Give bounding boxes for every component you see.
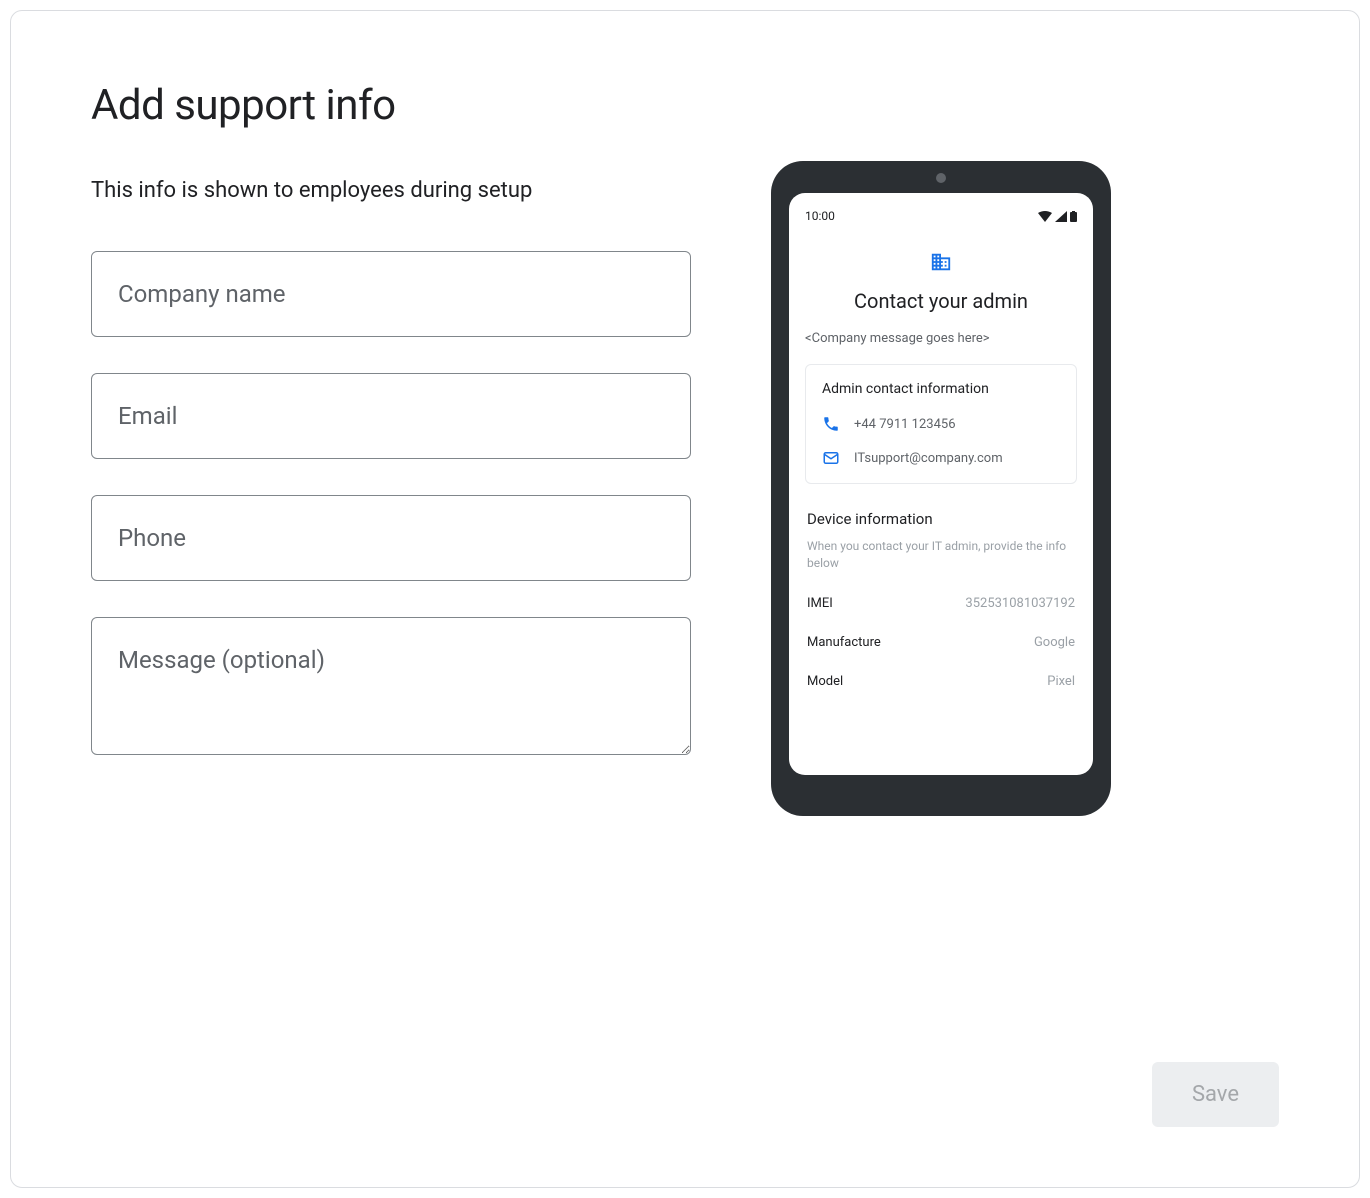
mail-icon	[822, 449, 840, 467]
message-textarea[interactable]	[91, 617, 691, 755]
device-label: Manufacture	[807, 635, 881, 650]
phone-camera-icon	[936, 173, 946, 183]
device-row-manufacture: Manufacture Google	[807, 635, 1075, 650]
device-subtitle: When you contact your IT admin, provide …	[807, 538, 1075, 572]
device-label: IMEI	[807, 596, 833, 611]
preview-header: Contact your admin	[805, 251, 1077, 313]
battery-icon	[1070, 211, 1077, 222]
phone-time: 10:00	[805, 209, 835, 223]
phone-screen: 10:00 Conta	[789, 193, 1093, 775]
signal-icon	[1055, 211, 1067, 222]
support-info-card: Add support info This info is shown to e…	[10, 10, 1360, 1188]
device-value: Google	[1034, 635, 1075, 650]
contact-card-title: Admin contact information	[822, 381, 1060, 397]
contact-phone-row: +44 7911 123456	[822, 415, 1060, 433]
content-wrap: Add support info This info is shown to e…	[91, 81, 1279, 816]
contact-email-value: ITsupport@company.com	[854, 451, 1003, 466]
contact-card: Admin contact information +44 7911 12345…	[805, 364, 1077, 484]
phone-frame: 10:00 Conta	[771, 161, 1111, 816]
device-title: Device information	[807, 510, 1075, 528]
preview-title: Contact your admin	[805, 289, 1077, 313]
device-label: Model	[807, 674, 843, 689]
preview-section: 10:00 Conta	[771, 161, 1111, 816]
device-section: Device information When you contact your…	[805, 510, 1077, 689]
company-name-input[interactable]	[91, 251, 691, 337]
form-section: Add support info This info is shown to e…	[91, 81, 691, 816]
page-subtitle: This info is shown to employees during s…	[91, 178, 691, 203]
contact-phone-value: +44 7911 123456	[854, 417, 956, 432]
save-button[interactable]: Save	[1152, 1062, 1279, 1127]
building-icon	[930, 251, 952, 277]
phone-icon	[822, 415, 840, 433]
wifi-icon	[1038, 211, 1052, 222]
preview-company-message: <Company message goes here>	[805, 331, 1077, 346]
device-value: Pixel	[1047, 674, 1075, 689]
email-input[interactable]	[91, 373, 691, 459]
status-icons	[1038, 211, 1077, 222]
phone-statusbar: 10:00	[805, 209, 1077, 223]
device-row-model: Model Pixel	[807, 674, 1075, 689]
contact-email-row: ITsupport@company.com	[822, 449, 1060, 467]
page-title: Add support info	[91, 81, 691, 130]
device-value: 352531081037192	[965, 596, 1075, 611]
phone-input[interactable]	[91, 495, 691, 581]
device-row-imei: IMEI 352531081037192	[807, 596, 1075, 611]
